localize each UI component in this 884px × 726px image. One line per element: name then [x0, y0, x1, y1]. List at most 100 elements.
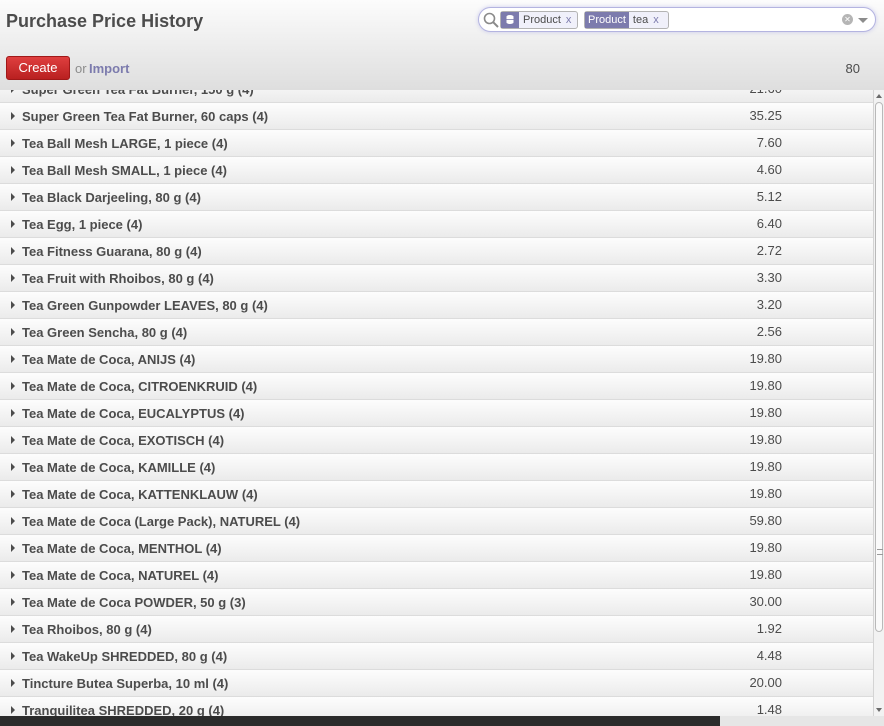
group-price-total: 2.72 [756, 243, 782, 258]
group-price-total: 19.80 [749, 567, 782, 582]
expand-triangle-icon[interactable] [11, 328, 15, 336]
expand-triangle-icon[interactable] [11, 436, 15, 444]
expand-triangle-icon[interactable] [11, 706, 15, 714]
group-price-total: 19.80 [749, 459, 782, 474]
group-row[interactable]: Tea Mate de Coca, MENTHOL (4) 19.80 [0, 535, 873, 562]
group-name: Tea Egg, 1 piece (4) [22, 217, 143, 232]
scroll-down-arrow-icon[interactable] [876, 708, 882, 712]
expand-triangle-icon[interactable] [11, 517, 15, 525]
group-row[interactable]: Tea Mate de Coca POWDER, 50 g (3) 30.00 [0, 589, 873, 616]
expand-triangle-icon[interactable] [11, 301, 15, 309]
control-panel: Purchase Price History Product x Product [0, 0, 884, 91]
group-row[interactable]: Tea Ball Mesh SMALL, 1 piece (4) 4.60 [0, 157, 873, 184]
group-row[interactable]: Tea WakeUp SHREDDED, 80 g (4) 4.48 [0, 643, 873, 670]
expand-triangle-icon[interactable] [11, 247, 15, 255]
facet-remove-button[interactable]: x [566, 12, 572, 28]
expand-triangle-icon[interactable] [11, 355, 15, 363]
group-row[interactable]: Tea Mate de Coca, EXOTISCH (4) 19.80 [0, 427, 873, 454]
group-name: Tea Mate de Coca (Large Pack), NATUREL (… [22, 514, 301, 529]
expand-triangle-icon[interactable] [11, 571, 15, 579]
group-price-total: 7.60 [756, 135, 782, 150]
group-price-total: 20.00 [749, 675, 782, 690]
group-price-total: 2.56 [756, 324, 782, 339]
group-row[interactable]: Tea Green Gunpowder LEAVES, 80 g (4) 3.20 [0, 292, 873, 319]
group-row[interactable]: Tea Mate de Coca, KAMILLE (4) 19.80 [0, 454, 873, 481]
create-button[interactable]: Create [6, 56, 70, 80]
facet-value: tea [632, 14, 649, 26]
expand-triangle-icon[interactable] [11, 463, 15, 471]
expand-triangle-icon[interactable] [11, 409, 15, 417]
group-row[interactable]: Tincture Butea Superba, 10 ml (4) 20.00 [0, 670, 873, 697]
group-row[interactable]: Tea Mate de Coca, EUCALYPTUS (4) 19.80 [0, 400, 873, 427]
group-name: Tea Green Sencha, 80 g (4) [22, 325, 188, 340]
group-price-total: 3.30 [756, 270, 782, 285]
group-price-total: 19.80 [749, 432, 782, 447]
group-row[interactable]: Tea Mate de Coca, ANIJS (4) 19.80 [0, 346, 873, 373]
expand-triangle-icon[interactable] [11, 90, 15, 93]
record-count[interactable]: 80 [846, 61, 860, 76]
group-name: Tea WakeUp SHREDDED, 80 g (4) [22, 649, 228, 664]
group-row[interactable]: Tea Mate de Coca, NATUREL (4) 19.80 [0, 562, 873, 589]
scrollbar-thumb[interactable] [875, 102, 883, 632]
import-link[interactable]: Import [89, 61, 129, 76]
group-name: Tea Mate de Coca, CITROENKRUID (4) [22, 379, 258, 394]
page-title: Purchase Price History [6, 11, 204, 31]
group-row[interactable]: Tea Ball Mesh LARGE, 1 piece (4) 7.60 [0, 130, 873, 157]
group-name: Tea Mate de Coca POWDER, 50 g (3) [22, 595, 246, 610]
expand-triangle-icon[interactable] [11, 220, 15, 228]
expand-triangle-icon[interactable] [11, 598, 15, 606]
group-row[interactable]: Tea Mate de Coca (Large Pack), NATUREL (… [0, 508, 873, 535]
group-price-total: 19.80 [749, 486, 782, 501]
group-row[interactable]: Tea Fruit with Rhoibos, 80 g (4) 3.30 [0, 265, 873, 292]
group-price-total: 4.60 [756, 162, 782, 177]
expand-triangle-icon[interactable] [11, 490, 15, 498]
scrollbar[interactable] [873, 90, 884, 716]
clear-search-icon[interactable]: ✕ [842, 14, 853, 25]
search-facet-product-tea[interactable]: Product tea x [584, 11, 669, 29]
expand-triangle-icon[interactable] [11, 652, 15, 660]
expand-triangle-icon[interactable] [11, 625, 15, 633]
group-row[interactable]: Tea Mate de Coca, CITROENKRUID (4) 19.80 [0, 373, 873, 400]
facet-remove-button[interactable]: x [653, 12, 659, 28]
expand-triangle-icon[interactable] [11, 193, 15, 201]
group-price-total: 19.80 [749, 378, 782, 393]
expand-triangle-icon[interactable] [11, 112, 15, 120]
group-price-total: 6.40 [756, 216, 782, 231]
group-row[interactable]: Tea Mate de Coca, KATTENKLAUW (4) 19.80 [0, 481, 873, 508]
group-price-total: 1.92 [756, 621, 782, 636]
group-name: Tranquilitea SHREDDED, 20 g (4) [22, 703, 225, 716]
group-name: Tea Mate de Coca, MENTHOL (4) [22, 541, 222, 556]
group-row[interactable]: Super Green Tea Fat Burner, 150 g (4) 21.… [0, 90, 873, 103]
expand-triangle-icon[interactable] [11, 166, 15, 174]
group-row[interactable]: Tea Black Darjeeling, 80 g (4) 5.12 [0, 184, 873, 211]
search-bar[interactable]: Product x Product tea x ✕ [478, 7, 876, 32]
scroll-up-arrow-icon[interactable] [876, 94, 882, 98]
search-icon[interactable] [482, 11, 500, 29]
group-name: Tea Mate de Coca, KATTENKLAUW (4) [22, 487, 258, 502]
group-row[interactable]: Tea Fitness Guarana, 80 g (4) 2.72 [0, 238, 873, 265]
expand-triangle-icon[interactable] [11, 544, 15, 552]
group-price-total: 30.00 [749, 594, 782, 609]
group-row[interactable]: Tea Rhoibos, 80 g (4) 1.92 [0, 616, 873, 643]
group-name: Tea Mate de Coca, NATUREL (4) [22, 568, 219, 583]
expand-triangle-icon[interactable] [11, 382, 15, 390]
group-price-total: 3.20 [756, 297, 782, 312]
group-row[interactable]: Super Green Tea Fat Burner, 60 caps (4) 3… [0, 103, 873, 130]
expand-triangle-icon[interactable] [11, 139, 15, 147]
or-label: or [75, 61, 87, 76]
group-name: Tea Fitness Guarana, 80 g (4) [22, 244, 202, 259]
taskbar-strip [0, 716, 720, 726]
group-name: Tea Ball Mesh SMALL, 1 piece (4) [22, 163, 227, 178]
group-row[interactable]: Tea Egg, 1 piece (4) 6.40 [0, 211, 873, 238]
expand-triangle-icon[interactable] [11, 679, 15, 687]
group-row[interactable]: Tea Green Sencha, 80 g (4) 2.56 [0, 319, 873, 346]
database-icon [501, 12, 519, 28]
grouped-list: Super Green Tea Fat Burner, 150 g (4) 21.… [0, 90, 873, 716]
group-price-total: 19.80 [749, 405, 782, 420]
search-facet-product[interactable]: Product x [500, 11, 578, 29]
scrollbar-grip-icon [877, 549, 883, 555]
caret-down-icon[interactable] [858, 18, 868, 23]
expand-triangle-icon[interactable] [11, 274, 15, 282]
group-row[interactable]: Tranquilitea SHREDDED, 20 g (4) 1.48 [0, 697, 873, 716]
group-name: Tea Mate de Coca, EXOTISCH (4) [22, 433, 225, 448]
